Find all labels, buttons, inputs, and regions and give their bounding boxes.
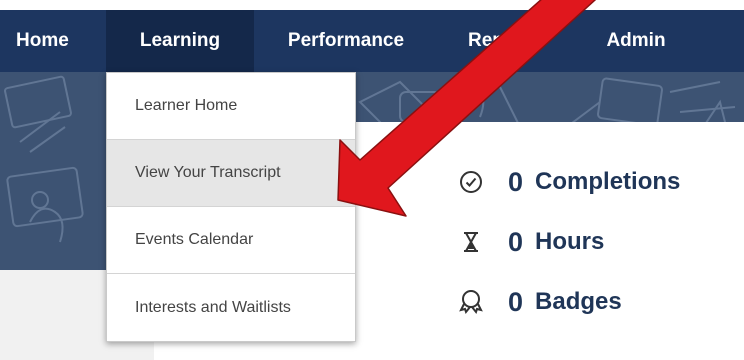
hourglass-icon xyxy=(458,229,484,255)
stat-hours[interactable]: 0 Hours xyxy=(458,222,604,262)
hours-count: 0 xyxy=(508,226,524,257)
stat-badges[interactable]: 0 Badges xyxy=(458,282,622,322)
hours-label: Hours xyxy=(535,228,605,255)
checkmark-circle-icon xyxy=(458,169,484,195)
menu-item-view-transcript[interactable]: View Your Transcript xyxy=(107,140,355,207)
badges-label: Badges xyxy=(535,288,622,315)
top-navigation: Home Learning Performance Rep Admin xyxy=(0,10,744,72)
learning-dropdown-menu: Learner Home View Your Transcript Events… xyxy=(106,72,356,342)
badge-ribbon-icon xyxy=(458,289,484,315)
badges-count: 0 xyxy=(508,286,524,317)
nav-admin[interactable]: Admin xyxy=(588,10,684,72)
menu-item-interests-waitlists[interactable]: Interests and Waitlists xyxy=(107,274,355,341)
menu-item-events-calendar[interactable]: Events Calendar xyxy=(107,207,355,274)
nav-reports[interactable]: Rep xyxy=(452,10,562,72)
completions-count: 0 xyxy=(508,166,524,197)
nav-performance[interactable]: Performance xyxy=(262,10,430,72)
menu-item-learner-home[interactable]: Learner Home xyxy=(107,73,355,140)
nav-home[interactable]: Home xyxy=(0,10,100,72)
completions-label: Completions xyxy=(535,168,681,195)
nav-learning[interactable]: Learning xyxy=(106,10,254,72)
stat-completions[interactable]: 0 Completions xyxy=(458,162,680,202)
